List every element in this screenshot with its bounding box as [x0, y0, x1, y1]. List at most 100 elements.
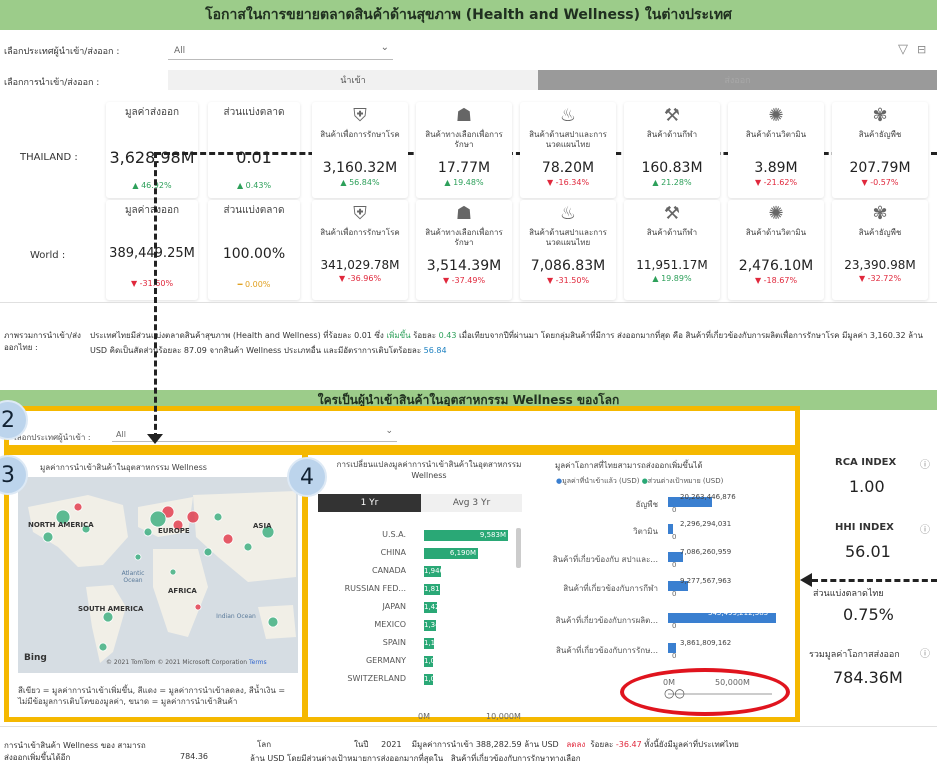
map-bubble[interactable] — [143, 527, 153, 537]
divider — [0, 726, 937, 727]
map-bubble[interactable] — [134, 553, 142, 561]
opportunity-value-label: 2,296,294,031 — [680, 520, 732, 528]
focus-mode-icon[interactable]: ⊟ — [917, 43, 926, 56]
map-bubble[interactable] — [73, 502, 83, 512]
map-label-europe: EUROPE — [158, 527, 190, 535]
opportunity-label: สินค้าที่เกี่ยวข้องกับ สปาและ... — [552, 555, 658, 564]
product-change: ▼ -0.57% — [861, 178, 899, 187]
arrow-down-icon — [147, 434, 163, 444]
map-bubble[interactable] — [222, 533, 234, 545]
map-bubble[interactable] — [42, 531, 54, 543]
map-copyright: © 2021 TomTom © 2021 Microsoft Corporati… — [106, 659, 267, 666]
sport-icon: ⚒ — [663, 105, 681, 126]
market-share-header: ส่วนแบ่งตลาด — [223, 205, 285, 216]
wd-product-card-5[interactable]: ✾ สินค้าธัญพืช 23,390.98M ▼ -32.72% — [832, 200, 928, 300]
opportunity-target-value: 0 — [672, 506, 677, 514]
country-filter-label: เลือกประเทศผู้นำเข้า/ส่งออก : — [4, 47, 120, 57]
th-product-card-2[interactable]: ♨ สินค้าด้านสปาและการนวดแผนไทย 78.20M ▼ -16… — [520, 102, 616, 198]
map-terms-link[interactable]: Terms — [249, 659, 267, 666]
importer-bar[interactable]: 1,064M — [424, 656, 450, 667]
world-label: World : — [30, 250, 66, 261]
map-bubble[interactable] — [102, 611, 114, 623]
sport-icon: ⚒ — [663, 203, 681, 224]
opportunity-label: สินค้าที่เกี่ยวข้องกับการผลิต... — [555, 616, 658, 625]
opportunity-target-value: 0 — [672, 652, 677, 660]
product-change: ▲ 19.89% — [652, 274, 692, 283]
wd-product-card-1[interactable]: ☗ สินค้าทางเลือกเพื่อการรักษา 3,514.39M ▼ -… — [416, 200, 512, 300]
wd-product-card-0[interactable]: ⛨ สินค้าเพื่อการรักษาโรค 341,029.78M ▼ -36.… — [312, 200, 408, 300]
map-bubble[interactable] — [243, 542, 253, 552]
importer-bar[interactable]: 9,583M — [424, 530, 508, 541]
country-dropdown[interactable]: All ⌄ — [168, 40, 393, 60]
map-bubble[interactable] — [267, 616, 279, 628]
importers-chart-title: การเปลี่ยนแปลงมูลค่าการนำเข้าสินค้าในอุต… — [336, 460, 522, 480]
filter-icon[interactable]: ▽ — [898, 42, 908, 57]
map-bubble[interactable] — [149, 510, 167, 528]
export-value-header: มูลค่าส่งออก — [124, 107, 180, 118]
map-bubble[interactable] — [213, 512, 223, 522]
importer-bar[interactable]: 1,031M — [424, 674, 450, 685]
wd-product-card-4[interactable]: ✺ สินค้าด้านวิตามิน 2,476.10M ▼ -18.67% — [728, 200, 824, 300]
map-title: มูลค่าการนำเข้าสินค้าในอุตสาหกรรม Wellne… — [40, 463, 207, 472]
wd-product-card-2[interactable]: ♨ สินค้าด้านสปาและการนวดแผนไทย 7,086.83M ▼ … — [520, 200, 616, 300]
info-icon[interactable]: ⓘ — [920, 645, 930, 660]
map-bubble[interactable] — [169, 568, 177, 576]
product-value: 3.89M — [754, 160, 798, 176]
importer-bar[interactable]: 1,135M — [424, 638, 450, 649]
product-title: สินค้าธัญพืช — [858, 130, 902, 139]
importer-label: SPAIN — [382, 638, 406, 647]
map-label-africa: AFRICA — [168, 587, 197, 595]
summary-text: ประเทศไทยมีส่วนแบ่งตลาดสินค้าสุขภาพ (Hea… — [90, 331, 923, 355]
info-icon[interactable]: ⓘ — [920, 521, 930, 536]
highlight-ellipse — [620, 668, 790, 716]
importer-bar[interactable]: 1,946M — [424, 566, 450, 577]
world-export-value: 389,449.25M — [109, 246, 195, 261]
world-export-card[interactable]: มูลค่าส่งออก 389,449.25M ▼ -31.60% — [106, 200, 198, 300]
hhi-label: HHI INDEX — [835, 522, 894, 533]
product-title: สินค้าเพื่อการรักษาโรค — [320, 228, 400, 237]
product-change: ▼ -31.50% — [546, 276, 590, 285]
world-share-value: 100.00% — [222, 246, 286, 262]
map-label-south-america: SOUTH AMERICA — [78, 605, 144, 613]
callout-bubble-4: 4 — [287, 457, 327, 497]
product-change: ▲ 56.84% — [340, 178, 380, 187]
importer-bar[interactable]: 1,422M — [424, 602, 450, 613]
tab-avg-3yr[interactable]: Avg 3 Yr — [421, 494, 522, 512]
th-product-card-5[interactable]: ✾ สินค้าธัญพืช 207.79M ▼ -0.57% — [832, 102, 928, 198]
world-share-card[interactable]: ส่วนแบ่งตลาด 100.00% ━ 0.00% — [208, 200, 300, 300]
annotation-line — [812, 579, 937, 582]
map-legend: สีเขียว = มูลค่าการนำเข้าเพิ่มขึ้น, สีแด… — [18, 686, 286, 706]
thailand-export-change: ▲ 46.92% — [132, 181, 172, 190]
opportunity-value-label: 345,499,212,383 — [708, 609, 769, 617]
mode-export-button[interactable]: ส่งออก — [538, 70, 937, 90]
info-icon[interactable]: ⓘ — [920, 456, 930, 471]
mode-import-button[interactable]: นำเข้า — [168, 70, 538, 90]
rca-label: RCA INDEX — [835, 457, 897, 468]
th-product-card-3[interactable]: ⚒ สินค้าด้านกีฬา 160.83M ▲ 21.28% — [624, 102, 720, 198]
importer-bar[interactable]: 1,813M — [424, 584, 450, 595]
vitamin-icon: ✺ — [768, 105, 784, 126]
th-product-card-0[interactable]: ⛨ สินค้าเพื่อการรักษาโรค 3,160.32M ▲ 56.84% — [312, 102, 408, 198]
map-bubble[interactable] — [186, 510, 200, 524]
annotation-line — [154, 152, 157, 439]
thailand-share-card[interactable]: ส่วนแบ่งตลาด 0.01 ▲ 0.43% — [208, 102, 300, 198]
th-product-card-1[interactable]: ☗ สินค้าทางเลือกเพื่อการรักษา 17.77M ▲ 19.4… — [416, 102, 512, 198]
wd-product-card-3[interactable]: ⚒ สินค้าด้านกีฬา 11,951.17M ▲ 19.89% — [624, 200, 720, 300]
importer-bar[interactable]: 1,347M — [424, 620, 450, 631]
map-label-north-america: NORTH AMERICA — [28, 521, 94, 529]
importer-bar[interactable]: 6,190M — [424, 548, 478, 559]
bing-logo: Bing — [24, 653, 47, 663]
importer-label: RUSSIAN FED... — [344, 584, 406, 593]
product-value: 3,514.39M — [426, 258, 502, 274]
map-bubble[interactable] — [98, 642, 108, 652]
map-bubble[interactable] — [203, 547, 213, 557]
thailand-export-card[interactable]: มูลค่าส่งออก 3,628.98M ▲ 46.92% — [106, 102, 198, 198]
tab-1yr[interactable]: 1 Yr — [318, 494, 421, 512]
map-bubble[interactable] — [194, 603, 202, 611]
th-product-card-4[interactable]: ✺ สินค้าด้านวิตามิน 3.89M ▼ -21.62% — [728, 102, 824, 198]
product-change: ▼ -36.96% — [338, 274, 382, 283]
world-map[interactable]: NORTH AMERICA EUROPE ASIA Atlantic Ocean… — [18, 477, 298, 673]
chevron-down-icon: ⌄ — [385, 426, 393, 436]
importer-label: CHINA — [380, 548, 406, 557]
product-value: 7,086.83M — [530, 258, 606, 274]
